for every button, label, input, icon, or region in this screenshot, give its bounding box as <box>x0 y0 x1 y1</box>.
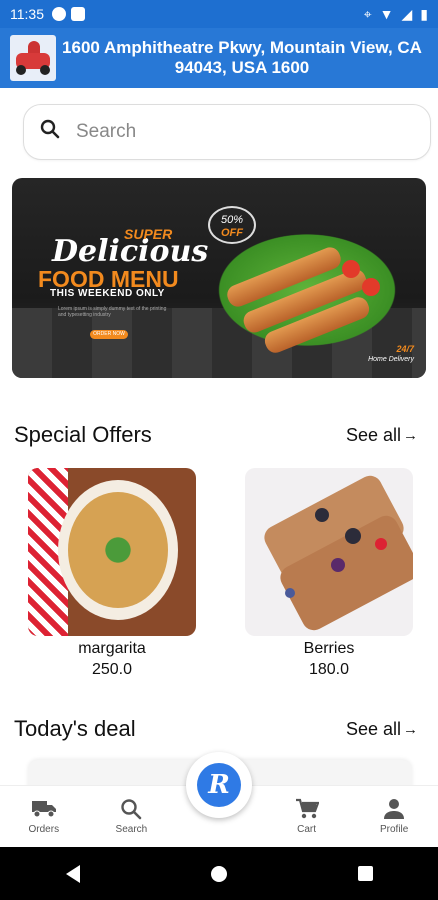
location-icon: ⌖ <box>363 5 372 22</box>
search-icon <box>40 119 60 145</box>
battery-icon: ▮ <box>420 5 428 22</box>
signal-icon: ◢ <box>401 5 413 22</box>
app-logo-icon: R <box>197 763 241 807</box>
badge-off: OFF <box>221 227 243 239</box>
special-offers-see-all[interactable]: See all → <box>346 425 418 446</box>
search-icon <box>120 798 142 822</box>
offer-card-margarita[interactable]: margarita 250.0 <box>28 468 196 679</box>
tomato-image <box>362 278 380 296</box>
todays-deal-title: Today's deal <box>14 716 136 741</box>
system-navigation-bar <box>0 847 438 900</box>
badge-percent: 50% <box>220 214 244 226</box>
banner-body: Lorem ipsum is simply dummy text of the … <box>58 306 167 318</box>
status-time: 11:35 <box>10 6 44 22</box>
home-delivery-label: 24/7 Home Delivery <box>368 345 414 364</box>
sd-card-icon <box>71 7 85 21</box>
delivery-logo-icon[interactable] <box>10 35 56 81</box>
promo-banner[interactable]: Delicious SUPER FOOD MENU THIS WEEKEND O… <box>12 178 426 378</box>
nav-profile-label: Profile <box>379 824 409 835</box>
wifi-icon: ▼ <box>379 6 394 22</box>
arrow-right-icon: → <box>403 720 418 738</box>
tomato-image <box>342 260 360 278</box>
nav-search-label: Search <box>115 824 148 835</box>
todays-deal-header: Today's deal See all → <box>14 716 418 742</box>
person-icon <box>383 798 405 822</box>
home-icon[interactable] <box>210 865 227 882</box>
cart-icon <box>295 798 320 822</box>
offer-price: 250.0 <box>91 661 133 678</box>
delivery-hours: 24/7 <box>396 344 414 354</box>
arrow-right-icon: → <box>403 426 418 444</box>
offer-name: margarita <box>78 640 146 657</box>
delivery-address[interactable]: 1600 Amphitheatre Pkwy, Mountain View, C… <box>56 38 428 78</box>
discount-badge: 50% OFF <box>208 206 256 244</box>
nav-orders-label: Orders <box>28 824 60 835</box>
offer-price: 180.0 <box>308 661 350 678</box>
search-input[interactable] <box>76 121 376 143</box>
nav-cart-label: Cart <box>297 824 317 835</box>
special-offers-title: Special Offers <box>14 422 152 447</box>
special-offers-header: Special Offers See all → <box>14 422 418 448</box>
nav-search[interactable]: Search <box>88 786 176 847</box>
offer-name: Berries <box>303 640 355 657</box>
nav-orders[interactable]: Orders <box>0 786 88 847</box>
berries-waffle-image <box>245 468 413 636</box>
delivery-text: Home Delivery <box>368 356 414 363</box>
nav-cart[interactable]: Cart <box>263 786 351 847</box>
see-all-label: See all <box>345 718 401 739</box>
notification-icon <box>52 7 66 21</box>
truck-icon <box>31 798 57 822</box>
see-all-label: See all <box>345 424 401 445</box>
banner-super: SUPER <box>124 226 173 242</box>
search-bar[interactable] <box>23 104 431 160</box>
todays-deal-see-all[interactable]: See all → <box>346 719 418 740</box>
home-fab-button[interactable]: R <box>186 752 252 818</box>
banner-subtitle: THIS WEEKEND ONLY <box>50 288 165 299</box>
nav-profile[interactable]: Profile <box>350 786 438 847</box>
back-icon[interactable] <box>65 864 80 883</box>
recent-apps-icon[interactable] <box>357 866 373 881</box>
status-bar: 11:35 ⌖ ▼ ◢ ▮ <box>0 0 438 28</box>
banner-order-button[interactable]: ORDER NOW <box>90 330 128 339</box>
pizza-image <box>28 468 196 636</box>
offer-card-berries[interactable]: Berries 180.0 <box>245 468 413 679</box>
app-header: 1600 Amphitheatre Pkwy, Mountain View, C… <box>0 28 438 88</box>
